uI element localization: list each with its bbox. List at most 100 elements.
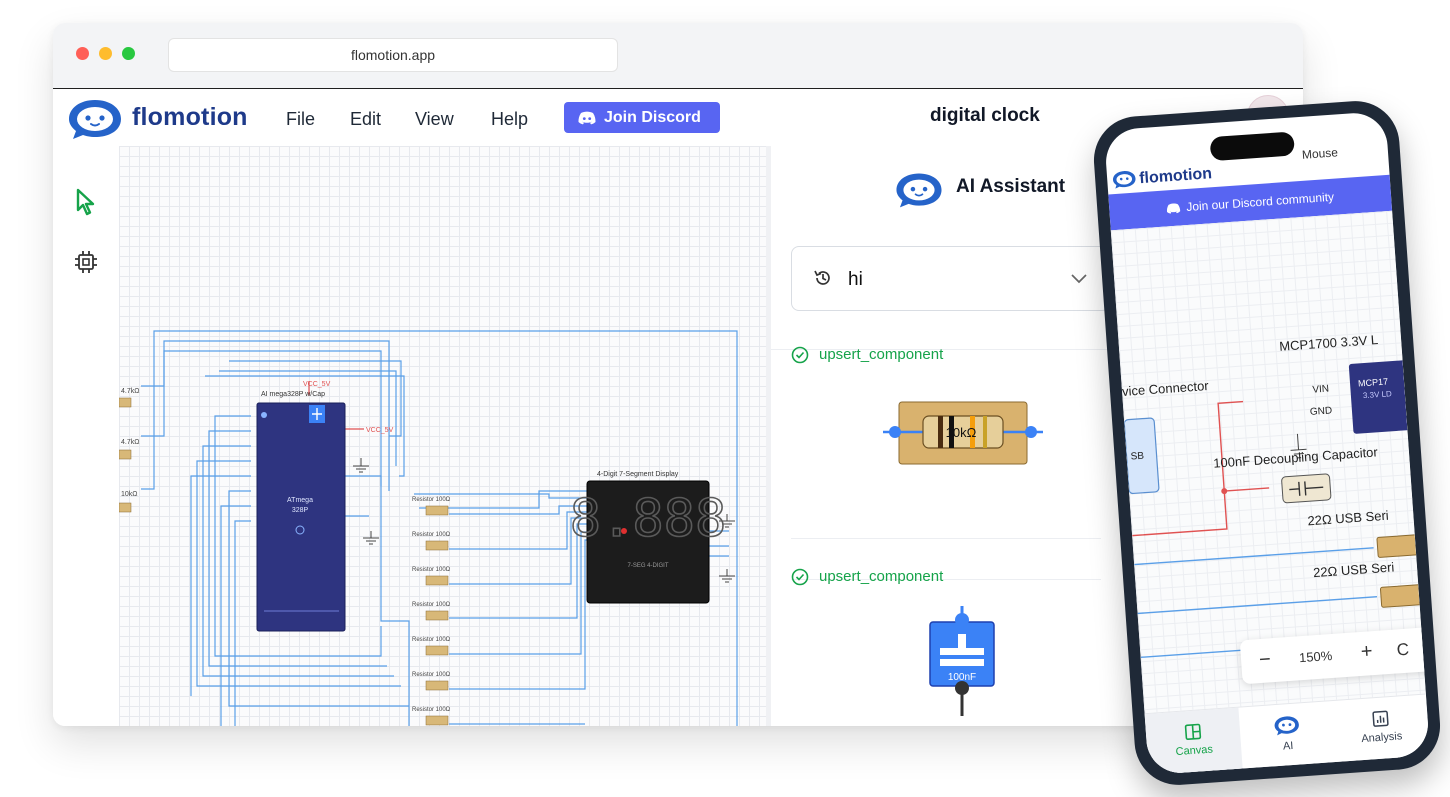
menu-view[interactable]: View xyxy=(415,109,454,130)
seven-segment-display[interactable]: 4-Digit 7-Segment Display 8.888 7-SEG 4-… xyxy=(569,471,727,604)
ai-assistant-title: AI Assistant xyxy=(956,176,1066,197)
tool-name: upsert_component xyxy=(819,568,944,585)
schematic-canvas[interactable]: VCC_5V VCC_5V 4.7kΩ 4.7kΩ 10kΩ AI mega32… xyxy=(119,146,766,726)
maximize-window-dot[interactable] xyxy=(122,47,135,60)
resistor-100-ohm[interactable]: Resistor 100Ω xyxy=(412,567,451,586)
left-resistor-1[interactable]: 4.7kΩ xyxy=(119,388,139,408)
resistor-100-ohm[interactable]: Resistor 100Ω xyxy=(412,532,451,551)
vcc-label-1: VCC_5V xyxy=(303,381,331,388)
resistor-label: Resistor 100Ω xyxy=(412,707,451,713)
resistor-value: 10kΩ xyxy=(946,425,977,440)
resistor-body xyxy=(425,680,449,691)
zoom-level: 150% xyxy=(1298,647,1333,666)
resistor-label: Resistor 100Ω xyxy=(412,567,451,573)
chevron-down-icon xyxy=(1071,274,1087,284)
phone-brand-name[interactable]: flomotion xyxy=(1139,165,1213,188)
menu-edit[interactable]: Edit xyxy=(350,109,381,130)
resistor-100-ohm[interactable]: Resistor 100Ω xyxy=(412,602,451,621)
ai-bubble-icon xyxy=(1274,716,1299,736)
phone-label-vin: VIN xyxy=(1312,383,1330,396)
display-digits: 8.888 xyxy=(570,489,727,549)
phone-label-regulator-chip: MCP17 xyxy=(1357,376,1389,389)
resistor-label: Resistor 100Ω xyxy=(412,637,451,643)
menu-help[interactable]: Help xyxy=(491,109,528,130)
resistor-body xyxy=(425,575,449,586)
phone-label-gnd: GND xyxy=(1309,405,1333,418)
resistor-body xyxy=(425,645,449,656)
phone-screen: flomotion Mouse Join our Discord communi… xyxy=(1103,110,1431,776)
resistor-100-ohm[interactable]: Resistor 100Ω xyxy=(412,672,451,691)
menu-file[interactable]: File xyxy=(286,109,315,130)
discord-icon xyxy=(1166,202,1181,214)
mcu-model: 328P xyxy=(292,507,309,514)
resistor-label: Resistor 100Ω xyxy=(412,497,451,503)
capacitor-preview-icon[interactable]: 100nF xyxy=(927,606,997,716)
tool-message-1: upsert_component 10kΩ xyxy=(791,340,1111,520)
conversation-title: hi xyxy=(848,269,863,290)
url-text: flomotion.app xyxy=(350,47,436,63)
resistor-100-ohm[interactable]: Resistor 100Ω xyxy=(412,707,451,726)
vcc-label-2: VCC_5V xyxy=(366,427,394,434)
display-part: 7-SEG 4-DIGIT xyxy=(627,563,668,569)
project-title[interactable]: digital clock xyxy=(930,105,1040,127)
canvas-layout-icon xyxy=(1184,723,1202,741)
resistor-body xyxy=(425,715,449,726)
brand-name[interactable]: flomotion xyxy=(132,103,248,132)
history-icon xyxy=(814,270,830,285)
url-bar[interactable]: flomotion.app xyxy=(168,38,618,72)
browser-chrome: flomotion.app xyxy=(53,23,1303,89)
left-resistor-3[interactable]: 10kΩ xyxy=(119,491,138,513)
atmega-chip[interactable]: AI mega328P w/Cap ATmega 328P xyxy=(256,391,346,632)
message-separator xyxy=(791,538,1101,539)
left-resistor-label: 10kΩ xyxy=(121,491,138,498)
minimize-window-dot[interactable] xyxy=(99,47,112,60)
chip-icon[interactable] xyxy=(74,250,98,274)
tool-name: upsert_component xyxy=(819,346,944,363)
analysis-chart-icon xyxy=(1372,710,1389,727)
tab-canvas-label: Canvas xyxy=(1175,743,1214,759)
resistor-body xyxy=(425,610,449,621)
check-circle-icon xyxy=(791,346,809,364)
mcu-header: AI mega328P w/Cap xyxy=(261,391,325,398)
tab-analysis-label: Analysis xyxy=(1360,730,1403,746)
resistor-body xyxy=(425,540,449,551)
tab-ai[interactable]: AI xyxy=(1238,701,1336,769)
left-resistor-2[interactable]: 4.7kΩ xyxy=(119,439,139,460)
tab-canvas[interactable]: Canvas xyxy=(1144,707,1243,776)
select-pointer-icon[interactable] xyxy=(75,188,97,216)
join-discord-label: Join Discord xyxy=(604,108,701,126)
tool-message-2: upsert_component 100nF xyxy=(791,560,1111,726)
join-discord-button[interactable]: Join Discord xyxy=(564,102,720,133)
resistor-label: Resistor 100Ω xyxy=(412,602,451,608)
tab-analysis[interactable]: Analysis xyxy=(1332,695,1430,763)
message-list: upsert_component 10kΩ upsert_component 1… xyxy=(791,324,1111,726)
mcu-name: ATmega xyxy=(287,497,313,504)
discord-icon xyxy=(578,111,596,124)
schematic-drawing: VCC_5V VCC_5V 4.7kΩ 4.7kΩ 10kΩ AI mega32… xyxy=(119,330,738,726)
resistor-100-ohm[interactable]: Resistor 100Ω xyxy=(412,497,451,516)
zoom-in-button[interactable]: + xyxy=(1360,640,1373,664)
conversation-select[interactable]: hi xyxy=(791,246,1110,311)
phone-mouse-mode[interactable]: Mouse xyxy=(1301,145,1338,161)
dynamic-island xyxy=(1209,131,1296,162)
phone-discord-text: Join our Discord community xyxy=(1185,189,1335,215)
flomotion-logo-icon xyxy=(69,100,121,139)
phone-label-usb: SB xyxy=(1130,450,1145,463)
check-circle-icon xyxy=(791,568,809,586)
resistor-100-ohm[interactable]: Resistor 100Ω xyxy=(412,637,451,656)
phone-mockup: flomotion Mouse Join our Discord communi… xyxy=(1091,98,1443,788)
resistor-label: Resistor 100Ω xyxy=(412,672,451,678)
display-title: 4-Digit 7-Segment Display xyxy=(597,471,679,478)
zoom-out-button[interactable]: − xyxy=(1258,648,1271,672)
ai-logo-icon xyxy=(896,173,942,208)
close-window-dot[interactable] xyxy=(76,47,89,60)
phone-logo-icon xyxy=(1113,171,1136,189)
resistor-column: Resistor 100Ω Resistor 100Ω Resistor 100Ω R… xyxy=(412,497,451,726)
left-resistor-label: 4.7kΩ xyxy=(121,388,139,395)
tool-sidebar xyxy=(53,146,119,726)
resistor-preview-icon[interactable]: 10kΩ xyxy=(883,390,1063,470)
tab-ai-label: AI xyxy=(1282,739,1294,753)
left-resistor-label: 4.7kΩ xyxy=(121,439,139,446)
resistor-label: Resistor 100Ω xyxy=(412,532,451,538)
zoom-reset-button[interactable]: C xyxy=(1396,640,1410,661)
